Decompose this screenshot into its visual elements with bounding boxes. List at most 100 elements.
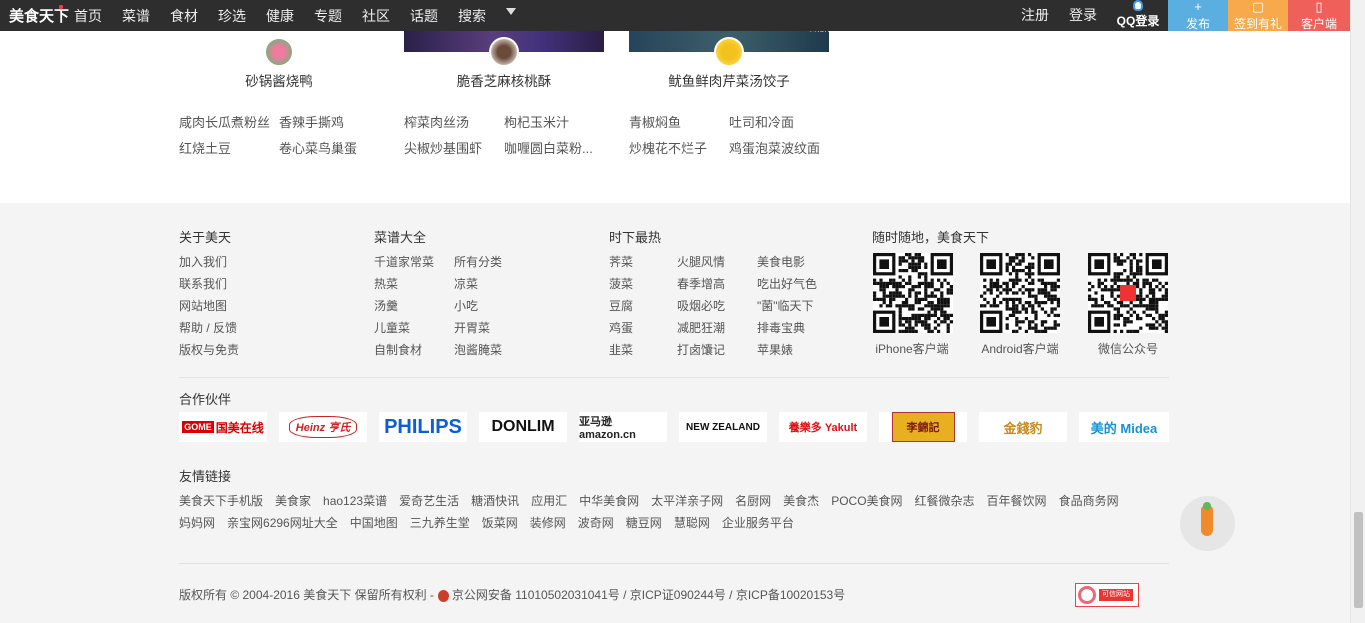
friend-link[interactable]: 妈妈网 xyxy=(179,514,215,531)
friend-link[interactable]: 名厨网 xyxy=(735,492,771,509)
footer-link[interactable]: 韭菜 xyxy=(609,341,633,358)
footer-link[interactable]: 版权与免责 xyxy=(179,341,239,358)
friend-link[interactable]: 慧聪网 xyxy=(674,514,710,531)
page-scrollbar[interactable] xyxy=(1350,0,1365,623)
nav-recipes[interactable]: 菜谱 xyxy=(122,6,150,26)
friend-link[interactable]: 企业服务平台 xyxy=(722,514,794,531)
friend-link[interactable]: 饭菜网 xyxy=(482,514,518,531)
nav-health[interactable]: 健康 xyxy=(266,6,294,26)
friend-link[interactable]: POCO美食网 xyxy=(831,492,902,509)
footer-link[interactable]: "菌"临天下 xyxy=(757,297,814,314)
footer-link[interactable]: 开胃菜 xyxy=(454,319,490,336)
recipe-link[interactable]: 尖椒炒基围虾 xyxy=(404,138,499,157)
friend-link[interactable]: 亲宝网6296网址大全 xyxy=(227,514,338,531)
footer-link[interactable]: 联系我们 xyxy=(179,275,227,292)
recipe-link[interactable]: 榨菜肉丝汤 xyxy=(404,112,499,131)
footer-link[interactable]: 热菜 xyxy=(374,275,398,292)
author-avatar[interactable] xyxy=(264,37,294,67)
nav-ingredients[interactable]: 食材 xyxy=(170,6,198,26)
footer-link[interactable]: 火腿风情 xyxy=(677,253,725,270)
recipe-title[interactable]: 鱿鱼鲜肉芹菜汤饺子 xyxy=(629,70,829,90)
friend-link[interactable]: 中国地图 xyxy=(350,514,398,531)
friend-link[interactable]: hao123菜谱 xyxy=(323,492,387,509)
footer-link[interactable]: 美食电影 xyxy=(757,253,805,270)
partner-logo-donlim[interactable]: DONLIM xyxy=(479,412,567,442)
publish-button[interactable]: + 发布 xyxy=(1168,0,1228,31)
footer-link[interactable]: 排毒宝典 xyxy=(757,319,805,336)
recipe-link[interactable]: 鸡蛋泡菜波纹面 xyxy=(729,138,829,157)
footer-link[interactable]: 菠菜 xyxy=(609,275,633,292)
footer-link[interactable]: 帮助 / 反馈 xyxy=(179,319,237,336)
partner-logo-yakult[interactable]: 養樂多 Yakult xyxy=(779,412,867,442)
footer-link[interactable]: 泡酱腌菜 xyxy=(454,341,502,358)
recipe-title[interactable]: 砂锅酱烧鸭 xyxy=(179,70,379,90)
recipe-link[interactable]: 红烧土豆 xyxy=(179,138,269,157)
icp-text[interactable]: 京公网安备 11010502031041号 / 京ICP证090244号 / 京… xyxy=(452,588,845,602)
recipe-link[interactable]: 炒槐花不烂子 xyxy=(629,138,724,157)
partner-logo-jinqianbao[interactable]: 金錢豹 xyxy=(979,412,1067,442)
nav-discussions[interactable]: 话题 xyxy=(410,6,438,26)
footer-link[interactable]: 减肥狂潮 xyxy=(677,319,725,336)
footer-link[interactable]: 千道家常菜 xyxy=(374,253,434,270)
footer-link[interactable]: 荠菜 xyxy=(609,253,633,270)
friend-link[interactable]: 红餐微杂志 xyxy=(915,492,975,509)
nav-search[interactable]: 搜索 xyxy=(458,6,486,26)
friend-link[interactable]: 食品商务网 xyxy=(1059,492,1119,509)
recipe-link[interactable]: 青椒焖鱼 xyxy=(629,112,724,131)
footer-link[interactable]: 小吃 xyxy=(454,297,478,314)
friend-link[interactable]: 美食天下手机版 xyxy=(179,492,263,509)
friend-link[interactable]: 波奇网 xyxy=(578,514,614,531)
friend-link[interactable]: 糖酒快讯 xyxy=(471,492,519,509)
partner-logo-midea[interactable]: 美的 Midea xyxy=(1079,412,1169,442)
partner-logo-heinz[interactable]: Heinz 亨氏 xyxy=(279,412,367,442)
footer-link[interactable]: 网站地图 xyxy=(179,297,227,314)
footer-link[interactable]: 春季增高 xyxy=(677,275,725,292)
footer-link[interactable]: 汤羹 xyxy=(374,297,398,314)
partner-logo-philips[interactable]: PHILIPS xyxy=(379,412,467,442)
recipe-link[interactable]: 咖喱圆白菜粉... xyxy=(504,138,602,157)
recipe-link[interactable]: 咸肉长瓜煮粉丝 xyxy=(179,112,279,131)
trust-badge[interactable]: 可信网站 xyxy=(1075,583,1139,607)
friend-link[interactable]: 中华美食网 xyxy=(579,492,639,509)
friend-link[interactable]: 百年餐饮网 xyxy=(987,492,1047,509)
back-to-top-button[interactable] xyxy=(1180,496,1235,551)
footer-link[interactable]: 所有分类 xyxy=(454,253,502,270)
login-link[interactable]: 登录 xyxy=(1069,5,1097,25)
dropdown-arrow-icon[interactable] xyxy=(506,8,516,15)
friend-link[interactable]: 美食杰 xyxy=(783,492,819,509)
scrollbar-thumb[interactable] xyxy=(1354,512,1363,608)
footer-link[interactable]: 凉菜 xyxy=(454,275,478,292)
footer-link[interactable]: 豆腐 xyxy=(609,297,633,314)
recipe-link[interactable]: 吐司和冷面 xyxy=(729,112,829,131)
qq-login-button[interactable]: QQ登录 xyxy=(1113,0,1163,31)
friend-link[interactable]: 美食家 xyxy=(275,492,311,509)
recipe-link[interactable]: 香辣手撕鸡 xyxy=(279,112,369,131)
recipe-title[interactable]: 脆香芝麻核桃酥 xyxy=(404,70,604,90)
nav-topics[interactable]: 专题 xyxy=(314,6,342,26)
partner-logo-gome[interactable]: GOME 国美在线 xyxy=(179,412,267,442)
footer-link[interactable]: 儿童菜 xyxy=(374,319,410,336)
signin-gift-button[interactable]: ▢ 签到有礼 xyxy=(1228,0,1288,31)
footer-link[interactable]: 加入我们 xyxy=(179,253,227,270)
footer-link[interactable]: 自制食材 xyxy=(374,341,422,358)
client-download-button[interactable]: ▯ 客户端 xyxy=(1288,0,1350,31)
partner-logo-leekumkee[interactable]: 李錦記 xyxy=(879,412,967,442)
footer-link[interactable]: 吃出好气色 xyxy=(757,275,817,292)
author-avatar[interactable] xyxy=(489,37,519,67)
nav-selection[interactable]: 珍选 xyxy=(218,6,246,26)
friend-link[interactable]: 太平洋亲子网 xyxy=(651,492,723,509)
friend-link[interactable]: 糖豆网 xyxy=(626,514,662,531)
recipe-link[interactable]: 枸杞玉米汁 xyxy=(504,112,599,131)
footer-link[interactable]: 吸烟必吃 xyxy=(677,297,725,314)
friend-link[interactable]: 装修网 xyxy=(530,514,566,531)
friend-link[interactable]: 爱奇艺生活 xyxy=(399,492,459,509)
recipe-link[interactable]: 卷心菜鸟巢蛋 xyxy=(279,138,369,157)
register-link[interactable]: 注册 xyxy=(1021,5,1049,25)
nav-home[interactable]: 首页 xyxy=(74,6,102,26)
partner-logo-new-zealand[interactable]: NEW ZEALAND xyxy=(679,412,767,442)
nav-community[interactable]: 社区 xyxy=(362,6,390,26)
partner-logo-amazon[interactable]: 亚马逊 amazon.cn xyxy=(579,412,667,442)
friend-link[interactable]: 应用汇 xyxy=(531,492,567,509)
footer-link[interactable]: 苹果婊 xyxy=(757,341,793,358)
footer-link[interactable]: 鸡蛋 xyxy=(609,319,633,336)
